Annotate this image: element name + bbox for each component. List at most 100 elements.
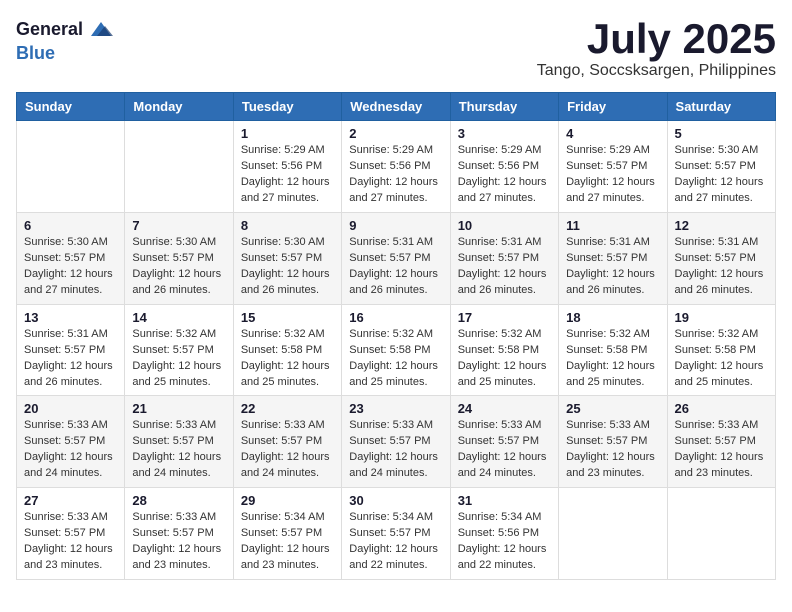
table-row: 19Sunrise: 5:32 AMSunset: 5:58 PMDayligh…: [667, 304, 775, 396]
table-row: 2 Sunrise: 5:29 AMSunset: 5:56 PMDaylight…: [342, 121, 450, 213]
day-number: 3: [458, 126, 551, 141]
table-row: 22 Sunrise: 5:33 AMSunset: 5:57 PMDayligh…: [233, 396, 341, 488]
table-row: 25 Sunrise: 5:33 AMSunset: 5:57 PMDayligh…: [559, 396, 667, 488]
day-number: 27: [24, 493, 117, 508]
logo-blue: Blue: [16, 44, 115, 64]
header-monday: Monday: [125, 93, 233, 121]
table-row: 1 Sunrise: 5:29 AMSunset: 5:56 PMDaylight…: [233, 121, 341, 213]
day-info: Sunrise: 5:31 AMSunset: 5:57 PMDaylight:…: [458, 235, 551, 299]
table-row: 3 Sunrise: 5:29 AMSunset: 5:56 PMDaylight…: [450, 121, 558, 213]
day-number: 1: [241, 126, 334, 141]
day-info: Sunrise: 5:31 AMSunset: 5:57 PMDaylight:…: [675, 235, 768, 299]
page-header: General Blue July 2025 Tango, Soccsksarg…: [16, 16, 776, 80]
day-number: 12: [675, 218, 768, 233]
day-info: Sunrise: 5:31 AMSunset: 5:57 PMDaylight:…: [566, 235, 659, 299]
day-info: Sunrise: 5:33 AMSunset: 5:57 PMDaylight:…: [566, 418, 659, 482]
day-number: 10: [458, 218, 551, 233]
day-info: Sunrise: 5:31 AMSunset: 5:57 PMDaylight:…: [349, 235, 442, 299]
table-row: 13Sunrise: 5:31 AMSunset: 5:57 PMDayligh…: [17, 304, 125, 396]
day-number: 25: [566, 401, 659, 416]
day-number: 17: [458, 310, 551, 325]
day-number: 24: [458, 401, 551, 416]
day-info: Sunrise: 5:30 AMSunset: 5:57 PMDaylight:…: [24, 235, 117, 299]
day-info: Sunrise: 5:32 AMSunset: 5:58 PMDaylight:…: [566, 327, 659, 391]
table-row: 10 Sunrise: 5:31 AMSunset: 5:57 PMDayligh…: [450, 212, 558, 304]
table-row: 6Sunrise: 5:30 AMSunset: 5:57 PMDaylight…: [17, 212, 125, 304]
day-info: Sunrise: 5:30 AMSunset: 5:57 PMDaylight:…: [675, 143, 768, 207]
day-number: 2: [349, 126, 442, 141]
table-row: 11 Sunrise: 5:31 AMSunset: 5:57 PMDayligh…: [559, 212, 667, 304]
day-info: Sunrise: 5:30 AMSunset: 5:57 PMDaylight:…: [241, 235, 334, 299]
day-number: 29: [241, 493, 334, 508]
day-info: Sunrise: 5:33 AMSunset: 5:57 PMDaylight:…: [241, 418, 334, 482]
day-number: 7: [132, 218, 225, 233]
table-row: 8 Sunrise: 5:30 AMSunset: 5:57 PMDaylight…: [233, 212, 341, 304]
header-wednesday: Wednesday: [342, 93, 450, 121]
day-info: Sunrise: 5:29 AMSunset: 5:56 PMDaylight:…: [458, 143, 551, 207]
calendar-week-row: 6Sunrise: 5:30 AMSunset: 5:57 PMDaylight…: [17, 212, 776, 304]
table-row: 26Sunrise: 5:33 AMSunset: 5:57 PMDayligh…: [667, 396, 775, 488]
table-row: [667, 488, 775, 580]
table-row: [17, 121, 125, 213]
table-row: 23Sunrise: 5:33 AMSunset: 5:57 PMDayligh…: [342, 396, 450, 488]
day-info: Sunrise: 5:30 AMSunset: 5:57 PMDaylight:…: [132, 235, 225, 299]
day-info: Sunrise: 5:33 AMSunset: 5:57 PMDaylight:…: [24, 418, 117, 482]
table-row: 18 Sunrise: 5:32 AMSunset: 5:58 PMDayligh…: [559, 304, 667, 396]
day-number: 28: [132, 493, 225, 508]
day-number: 30: [349, 493, 442, 508]
day-number: 8: [241, 218, 334, 233]
day-info: Sunrise: 5:32 AMSunset: 5:58 PMDaylight:…: [349, 327, 442, 391]
table-row: 31 Sunrise: 5:34 AMSunset: 5:56 PMDayligh…: [450, 488, 558, 580]
logo: General Blue: [16, 16, 115, 64]
day-number: 5: [675, 126, 768, 141]
day-info: Sunrise: 5:31 AMSunset: 5:57 PMDaylight:…: [24, 327, 117, 391]
day-number: 4: [566, 126, 659, 141]
day-number: 31: [458, 493, 551, 508]
header-friday: Friday: [559, 93, 667, 121]
header-saturday: Saturday: [667, 93, 775, 121]
day-number: 26: [675, 401, 768, 416]
day-number: 11: [566, 218, 659, 233]
calendar-week-row: 13Sunrise: 5:31 AMSunset: 5:57 PMDayligh…: [17, 304, 776, 396]
day-info: Sunrise: 5:34 AMSunset: 5:56 PMDaylight:…: [458, 510, 551, 574]
logo-general: General: [16, 20, 83, 40]
table-row: 21Sunrise: 5:33 AMSunset: 5:57 PMDayligh…: [125, 396, 233, 488]
day-info: Sunrise: 5:33 AMSunset: 5:57 PMDaylight:…: [132, 418, 225, 482]
day-number: 14: [132, 310, 225, 325]
table-row: 9 Sunrise: 5:31 AMSunset: 5:57 PMDaylight…: [342, 212, 450, 304]
table-row: 5 Sunrise: 5:30 AMSunset: 5:57 PMDaylight…: [667, 121, 775, 213]
calendar-week-row: 1 Sunrise: 5:29 AMSunset: 5:56 PMDaylight…: [17, 121, 776, 213]
header-sunday: Sunday: [17, 93, 125, 121]
day-number: 20: [24, 401, 117, 416]
day-number: 19: [675, 310, 768, 325]
table-row: 7 Sunrise: 5:30 AMSunset: 5:57 PMDaylight…: [125, 212, 233, 304]
table-row: 12 Sunrise: 5:31 AMSunset: 5:57 PMDayligh…: [667, 212, 775, 304]
day-number: 9: [349, 218, 442, 233]
day-info: Sunrise: 5:29 AMSunset: 5:56 PMDaylight:…: [241, 143, 334, 207]
calendar-table: Sunday Monday Tuesday Wednesday Thursday…: [16, 92, 776, 580]
table-row: 30Sunrise: 5:34 AMSunset: 5:57 PMDayligh…: [342, 488, 450, 580]
day-info: Sunrise: 5:32 AMSunset: 5:58 PMDaylight:…: [458, 327, 551, 391]
table-row: 27Sunrise: 5:33 AMSunset: 5:57 PMDayligh…: [17, 488, 125, 580]
logo-icon: [87, 16, 115, 44]
day-info: Sunrise: 5:29 AMSunset: 5:57 PMDaylight:…: [566, 143, 659, 207]
table-row: 24Sunrise: 5:33 AMSunset: 5:57 PMDayligh…: [450, 396, 558, 488]
day-info: Sunrise: 5:32 AMSunset: 5:57 PMDaylight:…: [132, 327, 225, 391]
day-number: 22: [241, 401, 334, 416]
header-thursday: Thursday: [450, 93, 558, 121]
table-row: [125, 121, 233, 213]
table-row: 15Sunrise: 5:32 AMSunset: 5:58 PMDayligh…: [233, 304, 341, 396]
day-info: Sunrise: 5:29 AMSunset: 5:56 PMDaylight:…: [349, 143, 442, 207]
table-row: 4 Sunrise: 5:29 AMSunset: 5:57 PMDaylight…: [559, 121, 667, 213]
day-info: Sunrise: 5:33 AMSunset: 5:57 PMDaylight:…: [132, 510, 225, 574]
table-row: 29Sunrise: 5:34 AMSunset: 5:57 PMDayligh…: [233, 488, 341, 580]
table-row: 17 Sunrise: 5:32 AMSunset: 5:58 PMDayligh…: [450, 304, 558, 396]
calendar-week-row: 27 Sunrise: 5:33 AMSunset: 5:57 PMDayligh…: [17, 488, 776, 580]
table-row: 14 Sunrise: 5:32 AMSunset: 5:57 PMDayligh…: [125, 304, 233, 396]
day-number: 18: [566, 310, 659, 325]
main-title: July 2025: [537, 16, 776, 62]
day-info: Sunrise: 5:33 AMSunset: 5:57 PMDaylight:…: [349, 418, 442, 482]
day-number: 16: [349, 310, 442, 325]
header-tuesday: Tuesday: [233, 93, 341, 121]
table-row: 20 Sunrise: 5:33 AMSunset: 5:57 PMDayligh…: [17, 396, 125, 488]
